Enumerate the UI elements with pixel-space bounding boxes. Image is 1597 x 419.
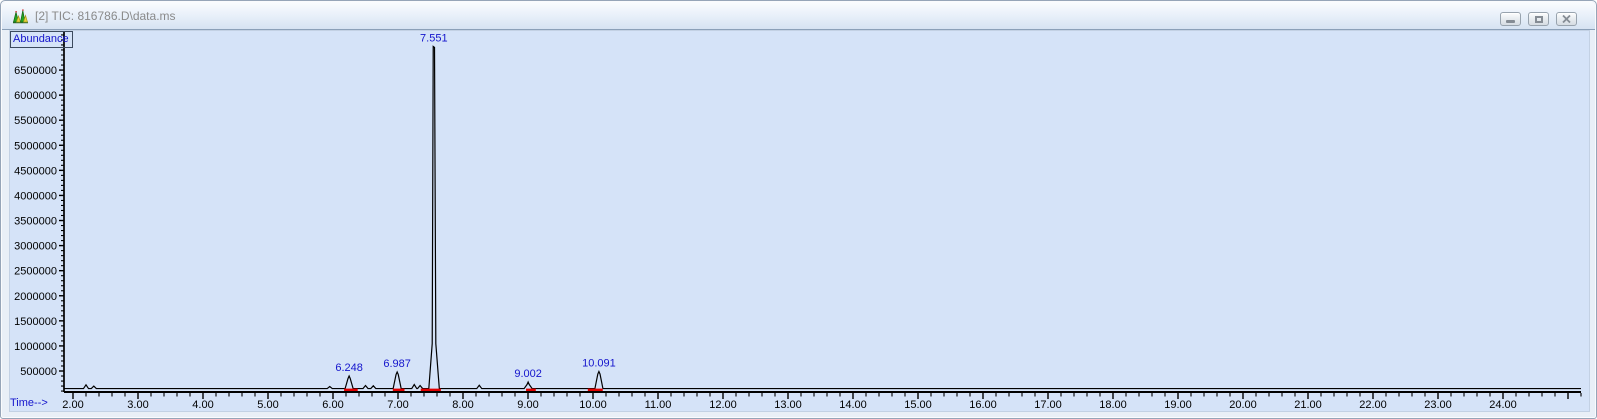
- restore-icon: [1534, 15, 1543, 23]
- y-axis-title: Abundance: [10, 31, 73, 48]
- minimize-icon: [1506, 20, 1515, 23]
- chromatogram-window: [2] TIC: 816786.D\data.ms 500000 1000000 1…: [0, 0, 1597, 419]
- minimize-button[interactable]: [1500, 12, 1521, 26]
- restore-button[interactable]: [1528, 12, 1549, 26]
- close-icon: [1562, 15, 1571, 23]
- chromatogram-app-icon[interactable]: [12, 8, 29, 25]
- window-title: [2] TIC: 816786.D\data.ms: [35, 9, 176, 23]
- window-controls: [1500, 12, 1577, 26]
- title-bar[interactable]: [2] TIC: 816786.D\data.ms: [2, 2, 1595, 30]
- x-axis-title: Time-->: [10, 397, 48, 409]
- plot-area[interactable]: [9, 30, 1590, 412]
- close-button[interactable]: [1556, 12, 1577, 26]
